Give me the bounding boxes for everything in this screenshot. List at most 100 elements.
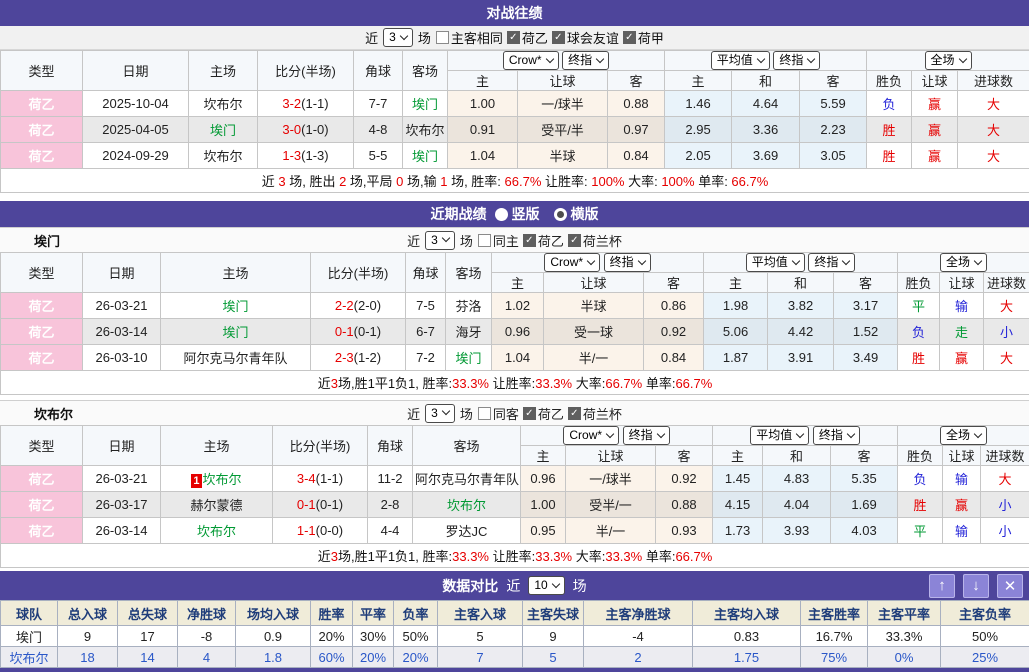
team-name: 坎布尔 [197, 524, 236, 539]
checked-checkbox-icon: ✓ [523, 407, 536, 420]
team-name: 坎布尔 [203, 472, 242, 487]
team1-scope-select[interactable]: 全场 [940, 253, 987, 272]
h2h-checkbox-0[interactable]: 主客相同 [436, 28, 503, 47]
result-cell-0: 胜 [898, 492, 943, 518]
recent-team1-checkboxes: 同主✓荷乙✓荷兰杯 [478, 231, 622, 250]
h2h-col-4: 角球 [354, 51, 403, 91]
team2-scope-select[interactable]: 全场 [940, 426, 987, 445]
odds-cell-0: 1.00 [448, 91, 518, 117]
team2-odds-source-select[interactable]: Crow* [563, 426, 619, 445]
h2h-scope-select[interactable]: 全场 [925, 51, 972, 70]
h2h-checkbox-2[interactable]: ✓球会友谊 [552, 28, 619, 47]
h2h-checkbox-1[interactable]: ✓荷乙 [507, 28, 548, 47]
away-team-cell: 海牙 [446, 319, 492, 345]
stat-cell: 16.7% [801, 626, 868, 647]
h2h-near-count-select[interactable]: 3 [383, 28, 413, 47]
team1-odds-source-select[interactable]: Crow* [544, 253, 600, 272]
league-cell: 荷乙 [1, 492, 83, 518]
team1-checkbox-0[interactable]: 同主 [478, 231, 519, 250]
recent-team1-near-count-select[interactable]: 3 [425, 231, 455, 250]
odds-cell-1: 受一球 [544, 319, 644, 345]
close-icon: ✕ [1004, 577, 1017, 595]
team1-checkbox-2[interactable]: ✓荷兰杯 [568, 231, 622, 250]
stat-cell: 5 [523, 647, 584, 668]
date-cell: 2025-10-04 [83, 91, 189, 117]
layout-radio-0[interactable]: 竖版 [495, 204, 540, 224]
scroll-down-button[interactable]: ↓ [963, 574, 989, 598]
avg-odds-cell-1: 3.82 [768, 293, 834, 319]
summary-segment: 66.7% [605, 376, 642, 391]
team1-checkbox-1[interactable]: ✓荷乙 [523, 231, 564, 250]
summary-segment: 场, 胜率: [447, 174, 504, 189]
team2-subcol-2: 客 [656, 446, 713, 466]
close-button[interactable]: ✕ [997, 574, 1023, 598]
h2h-odds-type-select[interactable]: 终指 [562, 51, 609, 70]
summary-segment: 3 [278, 174, 285, 189]
league-cell: 荷乙 [1, 518, 83, 544]
compare-col-0: 球队 [1, 601, 58, 626]
odds-cell-2: 0.86 [644, 293, 704, 319]
date-cell: 26-03-21 [83, 293, 161, 319]
h2h-scope-select-value: 全场 [931, 53, 955, 67]
chevron-down-icon [842, 256, 850, 264]
h2h-checkbox-3[interactable]: ✓荷甲 [623, 28, 664, 47]
team2-subcol-1: 让球 [566, 446, 656, 466]
compare-col-11: 主客均入球 [693, 601, 801, 626]
compare-near-count-select[interactable]: 10 [528, 576, 564, 595]
result-cell-0: 胜 [867, 143, 912, 169]
matches-label: 场 [460, 404, 473, 423]
h2h-title: 对战往绩 [487, 3, 543, 23]
date-cell: 26-03-10 [83, 345, 161, 371]
summary-segment: 66.7% [675, 376, 712, 391]
team2-checkbox-2[interactable]: ✓荷兰杯 [568, 404, 622, 423]
h2h-avg-type-select[interactable]: 终指 [773, 51, 820, 70]
team2-checkbox-0[interactable]: 同客 [478, 404, 519, 423]
near-label: 近 [506, 576, 520, 596]
date-cell: 26-03-14 [83, 319, 161, 345]
fulltime-score: 1-1 [297, 523, 316, 538]
avg-odds-cell-1: 4.42 [768, 319, 834, 345]
stat-cell: 25% [941, 647, 1029, 668]
scroll-up-button[interactable]: ↑ [929, 574, 955, 598]
h2h-odds-source-select[interactable]: Crow* [503, 51, 559, 70]
layout-radio-1[interactable]: 横版 [554, 204, 599, 224]
score-cell: 2-2(2-0) [311, 293, 406, 319]
team1-avg-source-select[interactable]: 平均值 [746, 253, 805, 272]
team1-subcol-1: 让球 [544, 273, 644, 293]
team2-avg-source-select[interactable]: 平均值 [750, 426, 809, 445]
compare-col-7: 负率 [394, 601, 438, 626]
h2h-avg-source-select[interactable]: 平均值 [711, 51, 770, 70]
team1-odds-type-select-value: 终指 [610, 255, 634, 269]
team1-odds-type-select[interactable]: 终指 [604, 253, 651, 272]
team2-avg-type-select[interactable]: 终指 [813, 426, 860, 445]
away-team-cell: 埃门 [446, 345, 492, 371]
compare-section: 数据对比 近 10 场 ↑ ↓ ✕ 球队总入球总失球净胜球场均入球胜率平率负率主… [0, 571, 1029, 672]
compare-bar-buttons: ↑ ↓ ✕ [929, 571, 1023, 600]
home-team-cell: 1坎布尔 [161, 466, 273, 492]
corner-cell: 2-8 [368, 492, 413, 518]
result-cell-1: 输 [943, 518, 981, 544]
odds-cell-1: 半/一 [566, 518, 656, 544]
matches-label: 场 [573, 576, 587, 596]
home-team-cell: 坎布尔 [189, 143, 258, 169]
team2-avg-type-select-value: 终指 [819, 428, 843, 442]
team-name: 埃门 [210, 123, 236, 138]
team2-subcol-4: 和 [763, 446, 831, 466]
team2-checkbox-1[interactable]: ✓荷乙 [523, 404, 564, 423]
odds-cell-0: 0.96 [521, 466, 566, 492]
team-name: 坎布尔 [203, 97, 242, 112]
layout-radio-group: 竖版横版 [495, 204, 599, 224]
team1-col-0: 类型 [1, 253, 83, 293]
team1-avg-type-select[interactable]: 终指 [808, 253, 855, 272]
h2h-subcol-4: 和 [732, 71, 800, 91]
h2h-subcol-1: 让球 [518, 71, 608, 91]
team2-odds-type-select[interactable]: 终指 [623, 426, 670, 445]
compare-col-5: 胜率 [311, 601, 353, 626]
team2-avg-dropdowns: 平均值 终指 [713, 426, 898, 446]
home-team-cell: 埃门 [161, 319, 311, 345]
recent-team2-near-count-select[interactable]: 3 [425, 404, 455, 423]
team1-avg-dropdowns: 平均值 终指 [704, 253, 898, 273]
result-cell-2: 大 [984, 293, 1029, 319]
summary-segment: 3 [331, 549, 338, 564]
avg-odds-cell-1: 4.83 [763, 466, 831, 492]
